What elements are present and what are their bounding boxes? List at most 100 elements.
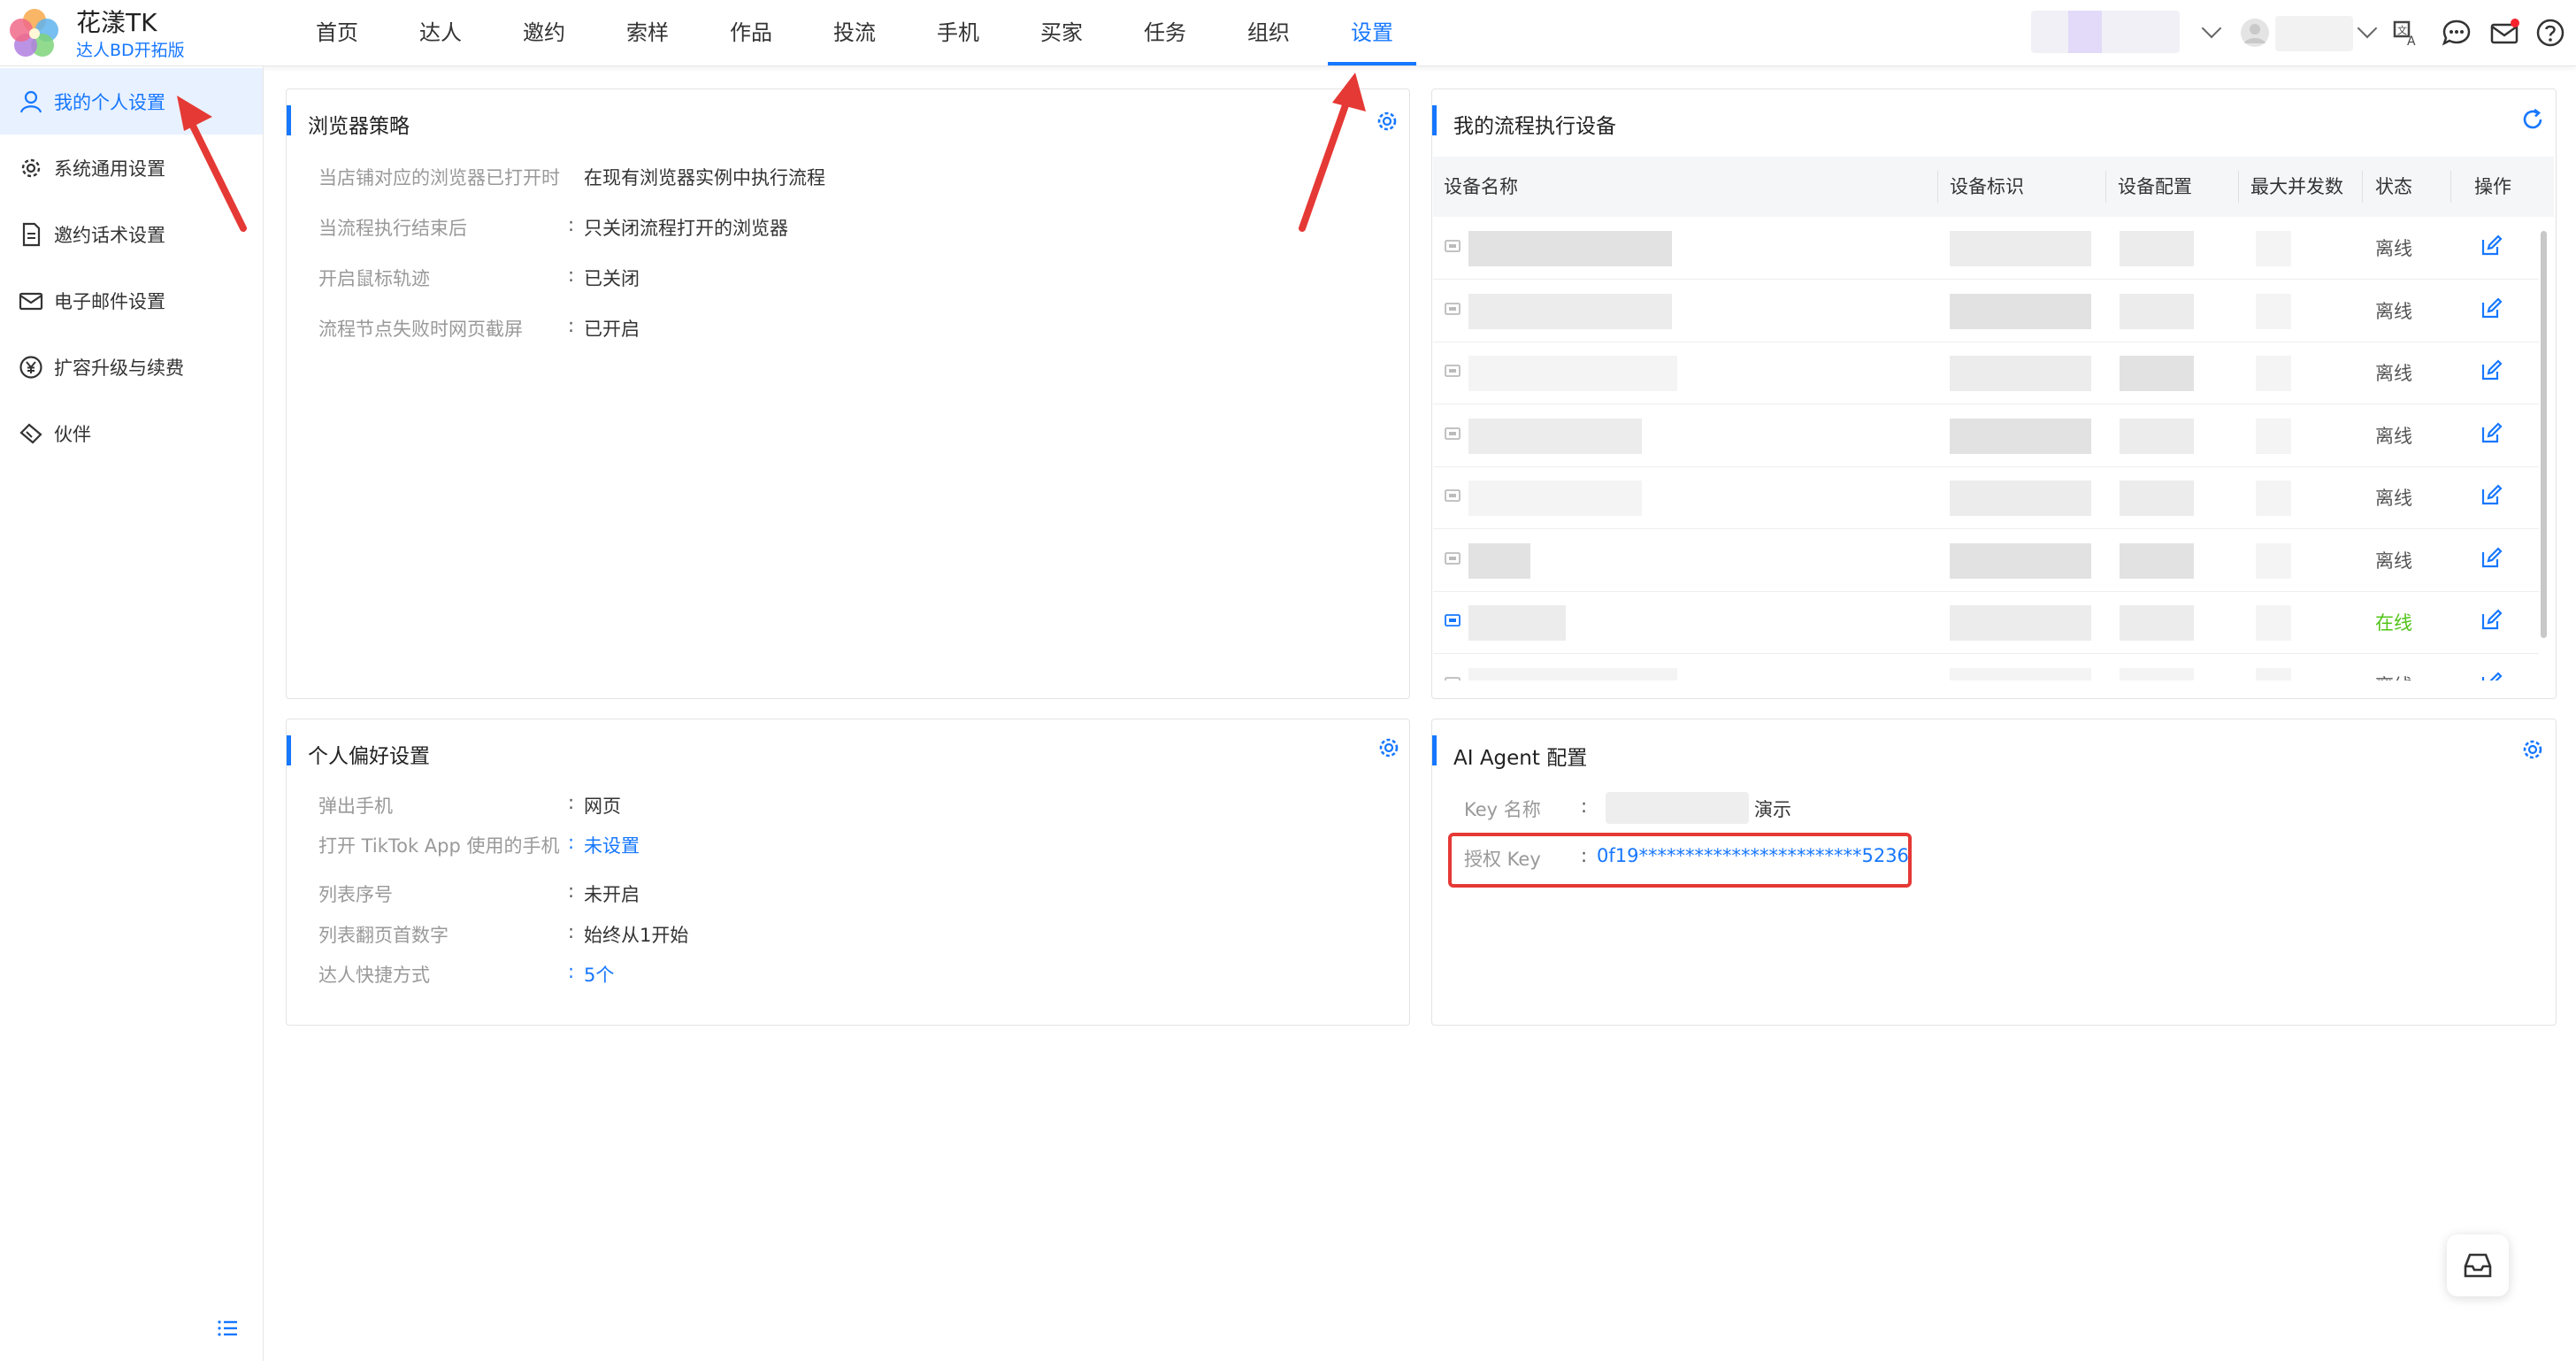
nav-ads[interactable]: 投流 <box>833 0 876 65</box>
preference-label: 打开 TikTok App 使用的手机 <box>318 835 560 857</box>
nav-settings[interactable]: 设置 <box>1328 0 1416 65</box>
device-status: 离线 <box>2375 363 2412 384</box>
table-row: 离线 <box>1433 654 2539 680</box>
preference-value: 未开启 <box>584 884 640 905</box>
svg-text:A: A <box>2407 35 2416 48</box>
setting-label: 流程节点失败时网页截屏 <box>318 319 523 340</box>
chat-icon[interactable] <box>2442 18 2472 48</box>
nav-works[interactable]: 作品 <box>730 0 772 65</box>
blurred-cell <box>1950 542 2091 579</box>
panel-title: 我的流程执行设备 <box>1453 115 1616 138</box>
blurred-cell <box>2256 542 2291 579</box>
user-name-blurred[interactable] <box>2275 16 2353 51</box>
edit-icon[interactable] <box>2480 484 2503 507</box>
blurred-cell <box>1950 231 2091 266</box>
blurred-cell <box>2120 418 2194 454</box>
help-icon[interactable] <box>2535 18 2565 48</box>
colon: : <box>568 921 575 942</box>
nav-buyers[interactable]: 买家 <box>1040 0 1083 65</box>
column-divider <box>2362 171 2363 203</box>
blurred-cell <box>2256 356 2291 391</box>
table-row: 离线 <box>1433 466 2539 529</box>
device-status: 离线 <box>2375 425 2412 447</box>
column-header: 设备名称 <box>1444 176 1518 197</box>
gear-icon[interactable] <box>1376 735 1401 760</box>
blurred-cell <box>2120 293 2194 329</box>
blurred-cell <box>1468 542 1530 579</box>
table-row: 离线 <box>1433 529 2539 592</box>
panel-title: 浏览器策略 <box>308 115 410 138</box>
edit-icon[interactable] <box>2480 421 2503 445</box>
nav-home[interactable]: 首页 <box>316 0 358 65</box>
blurred-cell <box>2120 667 2194 680</box>
sidebar: 我的个人设置 系统通用设置 邀约话术设置 电子邮件设置 扩容升级与续费 伙伴 <box>0 66 264 1361</box>
translate-icon[interactable]: 文 A <box>2392 18 2422 48</box>
setting-value: 在现有浏览器实例中执行流程 <box>584 167 825 188</box>
setting-value: 已关闭 <box>584 268 640 289</box>
mail-notification-icon[interactable] <box>2489 18 2519 48</box>
tiktok-phone-link[interactable]: 未设置 <box>584 832 640 858</box>
edit-icon[interactable] <box>2480 671 2503 680</box>
edit-icon[interactable] <box>2480 609 2503 632</box>
collapse-menu-icon[interactable] <box>216 1316 241 1341</box>
nav-samples[interactable]: 索样 <box>626 0 669 65</box>
nav-phones[interactable]: 手机 <box>937 0 979 65</box>
blurred-cell <box>2120 542 2194 579</box>
device-icon <box>1445 614 1460 627</box>
scrollbar-thumb[interactable] <box>2541 231 2547 638</box>
workspace-switcher[interactable] <box>2031 11 2180 53</box>
sidebar-item-label: 邀约话术设置 <box>54 224 165 246</box>
edit-icon[interactable] <box>2480 296 2503 320</box>
table-scrollbar[interactable] <box>2538 217 2550 718</box>
table-row: 离线 <box>1433 342 2539 404</box>
setting-value: 已开启 <box>584 319 640 340</box>
arrow-annotation-settings <box>1299 73 1366 232</box>
colon: : <box>1581 845 1588 866</box>
panel-accent-bar <box>1432 105 1437 135</box>
device-status: 离线 <box>2375 300 2412 322</box>
nav-tasks[interactable]: 任务 <box>1144 0 1186 65</box>
nav-invitations[interactable]: 邀约 <box>523 0 565 65</box>
nav-organization[interactable]: 组织 <box>1247 0 1290 65</box>
avatar[interactable] <box>2240 18 2270 48</box>
colon: : <box>568 880 575 902</box>
sidebar-item-label: 系统通用设置 <box>54 158 165 180</box>
panel-accent-bar <box>1432 735 1437 765</box>
inbox-icon <box>2464 1253 2492 1278</box>
auth-key-value[interactable]: 0f19************************5236 <box>1597 845 1909 866</box>
nav-creators[interactable]: 达人 <box>419 0 462 65</box>
blurred-cell <box>1468 605 1566 641</box>
gear-icon[interactable] <box>1375 109 1399 134</box>
device-icon <box>1445 365 1460 377</box>
column-header: 操作 <box>2474 176 2511 197</box>
key-name-label: Key 名称 <box>1464 799 1541 820</box>
edit-icon[interactable] <box>2480 359 2503 382</box>
device-status: 离线 <box>2375 238 2412 259</box>
edit-icon[interactable] <box>2480 546 2503 570</box>
blurred-cell <box>2120 605 2194 641</box>
column-header: 设备配置 <box>2118 176 2192 197</box>
colon: : <box>568 265 575 286</box>
sidebar-item-email-settings[interactable]: 电子邮件设置 <box>0 267 263 334</box>
blurred-cell <box>1950 667 2091 680</box>
sidebar-item-label: 扩容升级与续费 <box>54 357 184 379</box>
blurred-cell <box>2120 481 2194 516</box>
preference-value: 始终从1开始 <box>584 925 689 946</box>
user-chevron-down-icon[interactable] <box>2357 18 2378 39</box>
sidebar-item-partners[interactable]: 伙伴 <box>0 400 263 466</box>
column-header: 设备标识 <box>1950 176 2024 197</box>
gear-icon[interactable] <box>2520 737 2545 762</box>
sidebar-item-upgrade-renewal[interactable]: 扩容升级与续费 <box>0 334 263 400</box>
blurred-cell <box>2120 231 2194 266</box>
edit-icon[interactable] <box>2480 235 2503 258</box>
blurred-cell <box>1950 356 2091 391</box>
refresh-icon[interactable] <box>2520 107 2545 132</box>
colon: : <box>1581 796 1588 817</box>
inbox-float-button[interactable] <box>2447 1234 2509 1296</box>
table-row: 离线 <box>1433 404 2539 467</box>
creator-shortcut-link[interactable]: 5个 <box>584 961 614 988</box>
panel-accent-bar <box>287 735 291 765</box>
blurred-cell <box>1468 481 1642 516</box>
chevron-down-icon[interactable] <box>2201 18 2222 39</box>
blurred-cell <box>2256 231 2291 266</box>
